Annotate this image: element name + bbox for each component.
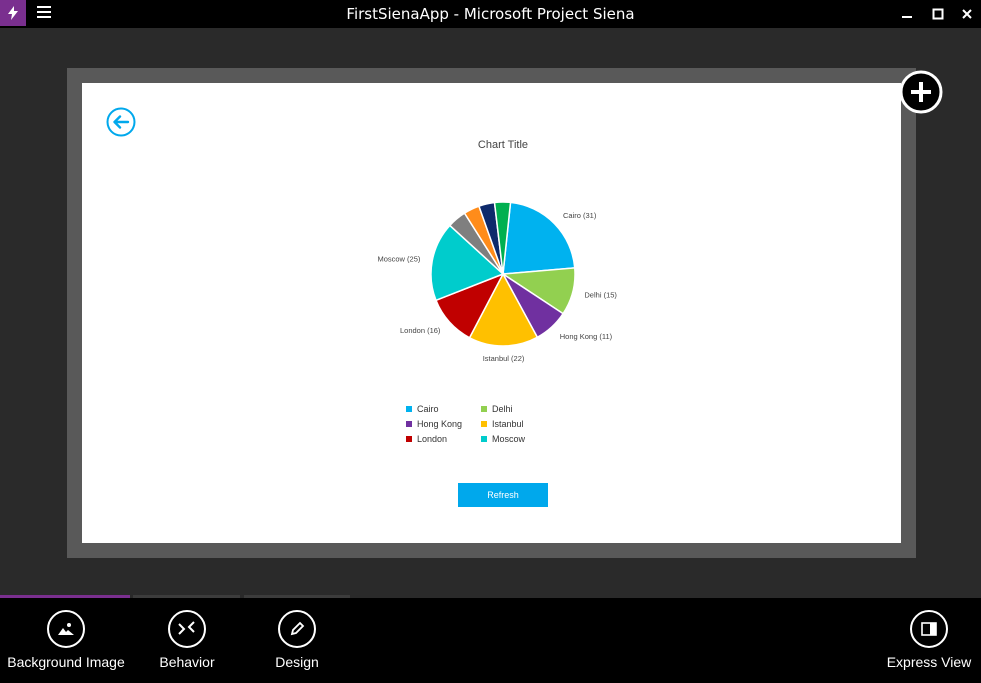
express-view-label: Express View bbox=[886, 654, 972, 670]
legend-item-cairo: Cairo bbox=[406, 403, 439, 415]
background-image-button[interactable]: Background Image bbox=[0, 598, 132, 683]
maximize-button[interactable] bbox=[928, 4, 948, 24]
legend-label: Moscow bbox=[492, 434, 526, 444]
minimize-button[interactable] bbox=[897, 4, 917, 24]
picture-icon bbox=[47, 610, 85, 648]
background-image-label: Background Image bbox=[7, 654, 125, 670]
legend-label: London bbox=[417, 434, 448, 444]
pie-label-london: London (16) bbox=[400, 326, 441, 335]
legend-swatch bbox=[406, 421, 412, 427]
legend-label: Delhi bbox=[492, 404, 513, 414]
behavior-button[interactable]: Behavior bbox=[147, 598, 227, 683]
legend-label: Cairo bbox=[417, 404, 439, 414]
title-bar: FirstSienaApp - Microsoft Project Siena bbox=[0, 0, 981, 28]
pie-label-moscow: Moscow (25) bbox=[377, 255, 420, 264]
design-button[interactable]: Design bbox=[262, 598, 332, 683]
legend-swatch bbox=[481, 406, 487, 412]
pie-chart[interactable]: Cairo (31) Delhi (15) Hong Kong (11) Istanb… bbox=[82, 83, 901, 393]
behavior-label: Behavior bbox=[159, 654, 215, 670]
pie-label-cairo: Cairo (31) bbox=[563, 211, 597, 220]
legend-swatch bbox=[406, 406, 412, 412]
close-button[interactable] bbox=[957, 4, 977, 24]
legend-label: Istanbul bbox=[492, 419, 524, 429]
express-view-icon bbox=[910, 610, 948, 648]
legend-label: Hong Kong bbox=[417, 419, 463, 429]
legend-item-delhi: Delhi bbox=[481, 403, 513, 415]
refresh-button[interactable]: Refresh bbox=[458, 483, 548, 507]
legend-swatch bbox=[481, 421, 487, 427]
bottom-app-bar: Background Image Behavior Design Express… bbox=[0, 598, 981, 683]
design-label: Design bbox=[275, 654, 319, 670]
window-title: FirstSienaApp - Microsoft Project Siena bbox=[346, 5, 635, 23]
legend-item-istanbul: Istanbul bbox=[481, 418, 524, 430]
add-screen-button[interactable] bbox=[898, 69, 944, 115]
legend-item-moscow: Moscow bbox=[481, 433, 525, 445]
behavior-arrows-icon bbox=[168, 610, 206, 648]
pie-label-istanbul: Istanbul (22) bbox=[483, 354, 525, 363]
legend-item-hong-kong: Hong Kong bbox=[406, 418, 462, 430]
app-screen[interactable]: Chart Title Cairo (31) Delhi (15) Hong Kon… bbox=[82, 83, 901, 543]
pencil-icon bbox=[278, 610, 316, 648]
pie-label-delhi: Delhi (15) bbox=[584, 291, 617, 300]
express-view-button[interactable]: Express View bbox=[882, 598, 976, 683]
pie-label-hong-kong: Hong Kong (11) bbox=[560, 332, 613, 341]
legend-swatch bbox=[481, 436, 487, 442]
legend-swatch bbox=[406, 436, 412, 442]
legend-item-london: London bbox=[406, 433, 447, 445]
